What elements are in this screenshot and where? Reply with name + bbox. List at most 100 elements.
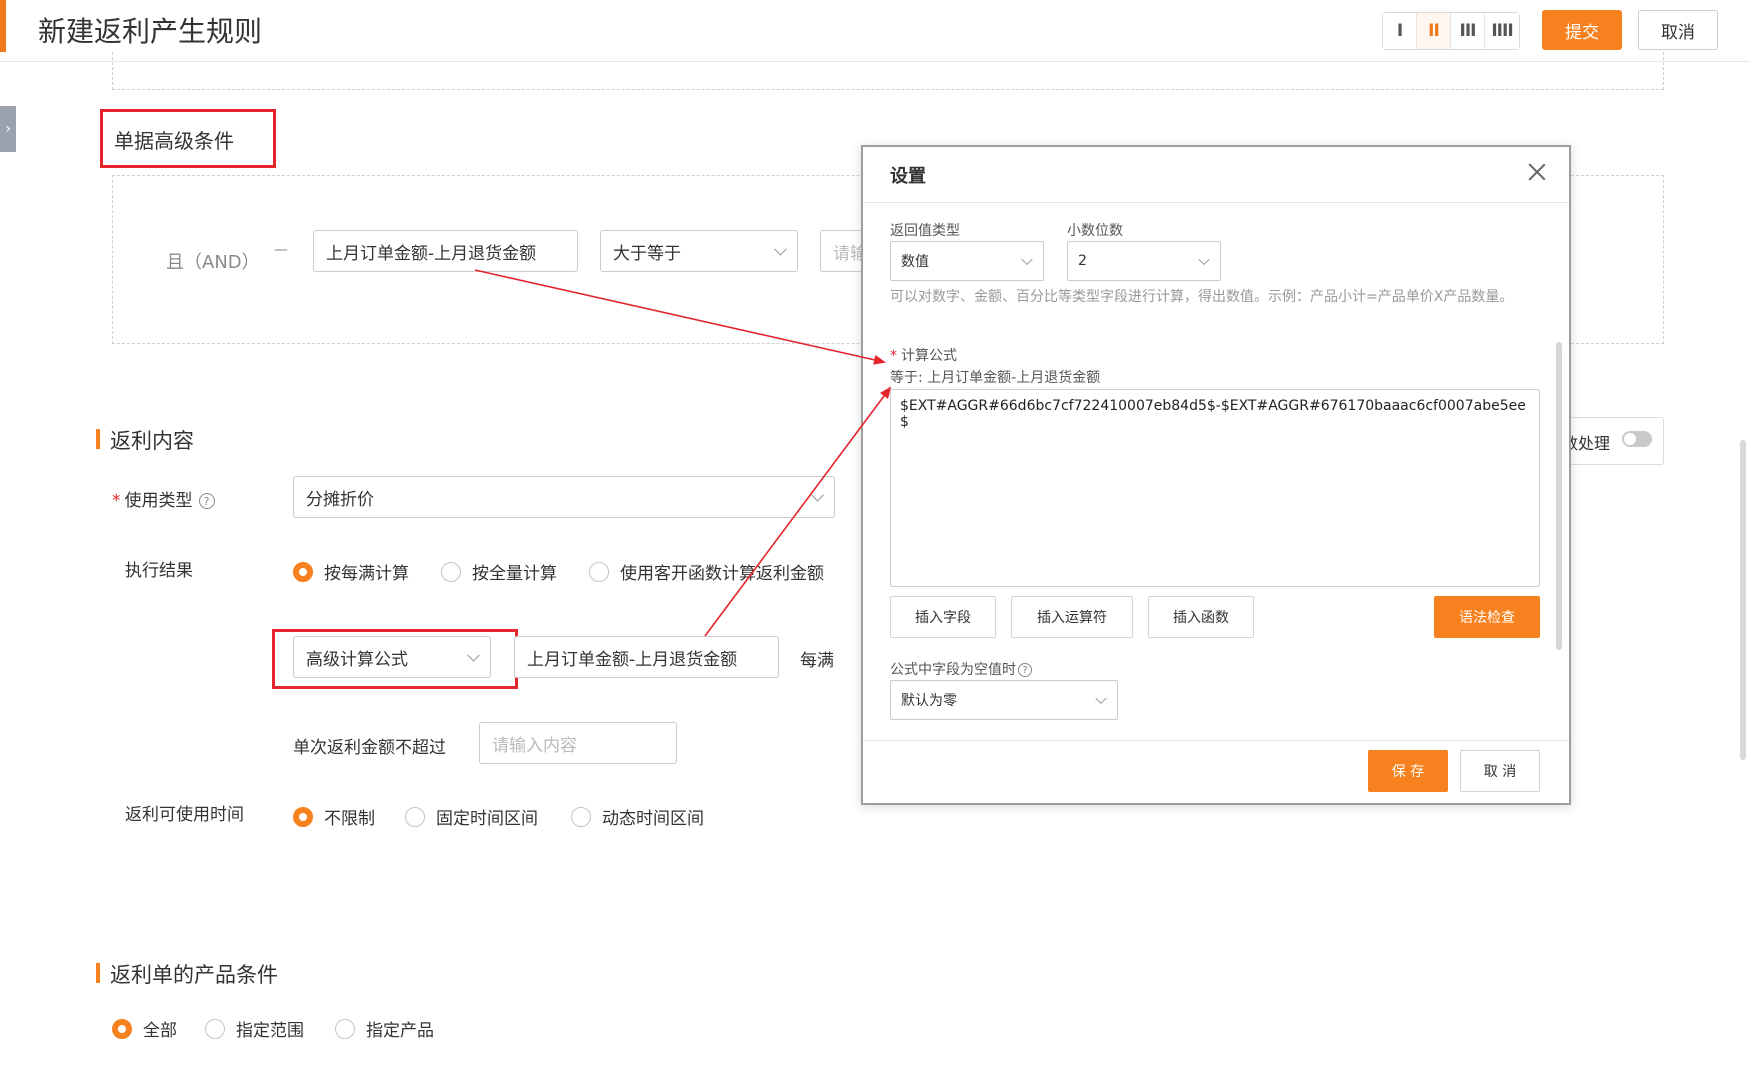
return-type-select[interactable]: 数值 <box>890 241 1044 281</box>
calc-mode-select[interactable]: 高级计算公式 <box>293 636 491 678</box>
decimals-select[interactable]: 2 <box>1067 241 1221 281</box>
chevron-down-icon <box>1021 253 1033 266</box>
single-max-label: 单次返利金额不超过 <box>293 738 446 758</box>
product-option-label: 全部 <box>143 1021 177 1041</box>
condition-operator-value: 大于等于 <box>613 243 681 264</box>
single-max-placeholder: 请输入内容 <box>492 735 577 756</box>
submit-button[interactable]: 提交 <box>1542 10 1622 50</box>
empty-field-label-text: 公式中字段为空值时 <box>890 662 1016 678</box>
exec-option-label: 使用客开函数计算返利金额 <box>620 564 824 584</box>
return-type-label: 返回值类型 <box>890 223 960 239</box>
empty-field-select[interactable]: 默认为零 <box>890 680 1118 720</box>
chevron-down-icon <box>1198 253 1210 266</box>
condition-field-select[interactable]: 上月订单金额-上月退货金额 <box>313 230 578 272</box>
per-full-label: 每满 <box>800 651 834 671</box>
chevron-down-icon <box>774 242 787 256</box>
previous-section-box <box>112 52 1664 90</box>
product-option-range[interactable]: 指定范围 <box>205 1016 304 1041</box>
empty-field-label: 公式中字段为空值时? <box>890 659 1032 679</box>
radio-selected-icon <box>293 806 313 827</box>
logic-and-label[interactable]: 且（AND） <box>166 248 260 274</box>
product-option-label: 指定范围 <box>236 1021 304 1041</box>
layout-1-column-button[interactable]: I <box>1383 13 1417 49</box>
advanced-conditions-title: 单据高级条件 <box>114 129 234 153</box>
chevron-down-icon <box>811 488 824 502</box>
condition-operator-select[interactable]: 大于等于 <box>600 230 798 272</box>
close-icon[interactable] <box>1528 163 1546 181</box>
radio-unselected-icon <box>571 806 591 827</box>
layout-switcher: I II III IIII <box>1382 12 1520 50</box>
radio-unselected-icon <box>405 806 425 827</box>
single-max-input[interactable]: 请输入内容 <box>479 722 677 764</box>
dialog-cancel-button[interactable]: 取 消 <box>1460 750 1540 792</box>
usage-type-label-text: 使用类型 <box>124 491 193 511</box>
decimals-label: 小数位数 <box>1067 223 1123 239</box>
formula-label-text: 计算公式 <box>901 348 957 364</box>
sidebar-expand-handle[interactable]: › <box>0 106 16 152</box>
chevron-down-icon <box>467 648 480 662</box>
dialog-scrollbar[interactable] <box>1556 342 1562 650</box>
dialog-header-divider <box>863 202 1569 203</box>
exec-option-per-full[interactable]: 按每满计算 <box>293 559 409 584</box>
radio-unselected-icon <box>335 1018 355 1039</box>
usable-time-label: 返利可使用时间 <box>125 805 244 825</box>
insert-operator-button[interactable]: 插入运算符 <box>1011 596 1133 638</box>
radio-selected-icon <box>293 561 313 582</box>
exec-result-label: 执行结果 <box>125 561 193 581</box>
exec-option-label: 按全量计算 <box>472 564 557 584</box>
time-option-label: 动态时间区间 <box>602 809 704 829</box>
product-option-all[interactable]: 全部 <box>112 1016 177 1041</box>
usage-type-select[interactable]: 分摊折价 <box>293 476 835 518</box>
syntax-check-button[interactable]: 语法检查 <box>1434 596 1540 638</box>
product-option-specific[interactable]: 指定产品 <box>335 1016 434 1041</box>
page-scrollbar[interactable] <box>1740 440 1746 760</box>
save-button[interactable]: 保 存 <box>1368 750 1448 792</box>
help-icon[interactable]: ? <box>1018 663 1032 677</box>
time-option-label: 不限制 <box>324 809 375 829</box>
formula-textarea[interactable]: $EXT#AGGR#66d6bc7cf722410007eb84d5$-$EXT… <box>890 389 1540 587</box>
logic-connector: — <box>274 242 288 258</box>
layout-4-column-button[interactable]: IIII <box>1485 13 1519 49</box>
decimals-value: 2 <box>1078 253 1087 269</box>
time-option-dynamic[interactable]: 动态时间区间 <box>571 804 704 829</box>
help-icon[interactable]: ? <box>198 493 215 509</box>
dialog-hint: 可以对数字、金额、百分比等类型字段进行计算，得出数值。示例：产品小计=产品单价X… <box>890 289 1514 305</box>
insert-function-button[interactable]: 插入函数 <box>1148 596 1254 638</box>
required-marker: * <box>890 348 897 364</box>
formula-field-value: 上月订单金额-上月退货金额 <box>527 649 738 670</box>
settings-dialog: 设置 返回值类型 数值 小数位数 2 可以对数字、金额、百分比等类型字段进行计算… <box>861 145 1571 805</box>
exec-option-custom-function[interactable]: 使用客开函数计算返利金额 <box>589 559 824 584</box>
layout-3-column-button[interactable]: III <box>1451 13 1485 49</box>
header-accent-bar <box>0 0 6 52</box>
usage-type-label: * 使用类型? <box>112 486 215 511</box>
exec-option-label: 按每满计算 <box>324 564 409 584</box>
empty-field-value: 默认为零 <box>901 693 957 709</box>
radio-selected-icon <box>112 1018 132 1039</box>
time-option-fixed[interactable]: 固定时间区间 <box>405 804 538 829</box>
exec-option-full-amount[interactable]: 按全量计算 <box>441 559 557 584</box>
calc-mode-value: 高级计算公式 <box>306 649 408 670</box>
dialog-footer-divider <box>863 740 1569 741</box>
formula-equals-text: 等于: 上月订单金额-上月退货金额 <box>890 370 1101 386</box>
insert-field-button[interactable]: 插入字段 <box>890 596 996 638</box>
usage-type-value: 分摊折价 <box>306 489 374 510</box>
chevron-down-icon <box>1095 692 1107 705</box>
radio-unselected-icon <box>589 561 609 582</box>
rebate-content-section-title: 返利内容 <box>96 425 194 455</box>
cancel-button[interactable]: 取消 <box>1638 10 1718 50</box>
decimal-toggle-switch[interactable] <box>1622 431 1652 447</box>
time-option-unlimited[interactable]: 不限制 <box>293 804 375 829</box>
condition-value-input[interactable]: 请输 <box>820 230 865 272</box>
condition-field-value: 上月订单金额-上月退货金额 <box>326 243 537 264</box>
radio-unselected-icon <box>205 1018 225 1039</box>
page-title: 新建返利产生规则 <box>38 15 263 48</box>
formula-field-input[interactable]: 上月订单金额-上月退货金额 <box>514 636 779 678</box>
layout-2-column-button[interactable]: II <box>1417 13 1451 49</box>
time-option-label: 固定时间区间 <box>436 809 538 829</box>
product-option-label: 指定产品 <box>366 1021 434 1041</box>
dialog-title: 设置 <box>890 166 926 187</box>
radio-unselected-icon <box>441 561 461 582</box>
required-marker: * <box>112 491 121 511</box>
return-type-value: 数值 <box>901 254 929 270</box>
product-conditions-section-title: 返利单的产品条件 <box>96 959 278 989</box>
